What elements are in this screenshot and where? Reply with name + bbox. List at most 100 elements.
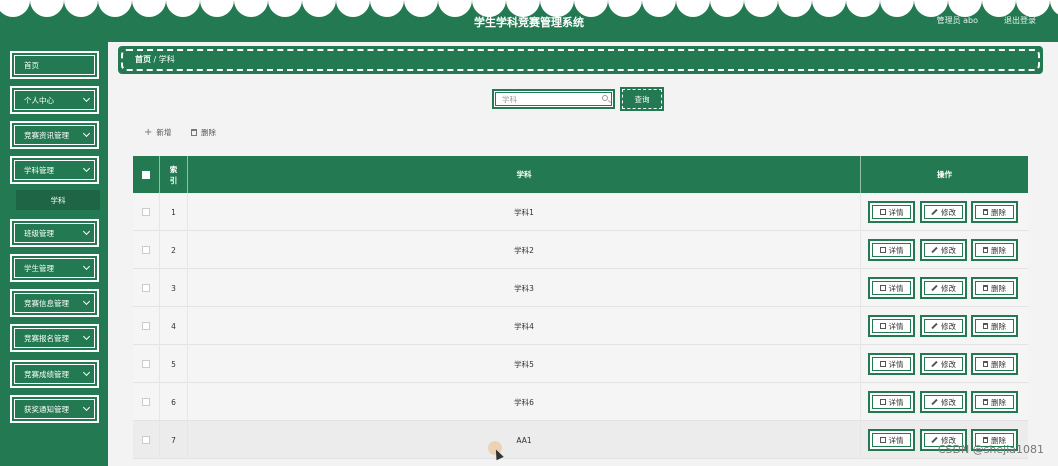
add-label: 新增 [156,128,172,137]
edit-button[interactable]: 修改 [920,201,967,223]
sidebar-item-label: 竞赛报名管理 [24,333,69,343]
document-icon [879,323,886,329]
chevron-down-icon [82,94,91,103]
logout-link[interactable]: 退出登录 [1004,15,1036,26]
row-subject: 学科1 [188,193,861,231]
delete-label: 删除 [991,359,1006,369]
sidebar-item-students[interactable]: 学生管理 [10,254,99,282]
detail-button[interactable]: 详情 [868,315,915,337]
sidebar-item-home[interactable]: 首页 [10,51,99,79]
edit-icon [931,436,938,444]
detail-label: 详情 [888,435,904,445]
table-header: 索引 学科 操作 [133,156,1028,193]
sidebar-item-subjects[interactable]: 学科管理 [10,156,99,184]
search-button[interactable]: 查询 [620,87,664,111]
delete-button[interactable]: 删除 [971,315,1018,337]
current-user: 管理员 abo [936,16,978,25]
search-box [492,89,615,109]
delete-label: 删除 [991,207,1006,217]
detail-button[interactable]: 详情 [868,391,915,413]
delete-label: 删除 [991,283,1006,293]
sidebar-item-label: 获奖通知管理 [24,404,69,414]
delete-button[interactable]: 删除 [971,353,1018,375]
search-input[interactable] [502,95,597,104]
sidebar-item-competitions[interactable]: 竞赛信息管理 [10,289,99,317]
edit-button[interactable]: 修改 [920,391,967,413]
edit-icon [931,322,938,330]
row-index: 4 [160,307,188,345]
detail-button[interactable]: 详情 [868,277,915,299]
edit-label: 修改 [941,245,956,255]
sidebar-item-label: 个人中心 [24,95,54,105]
sidebar-item-registration[interactable]: 竞赛报名管理 [10,324,99,352]
top-header: 学生学科竞赛管理系统 管理员 abo 退出登录 [0,0,1058,42]
detail-button[interactable]: 详情 [868,353,915,375]
row-subject: 学科3 [188,269,861,307]
detail-label: 详情 [888,245,904,255]
add-button[interactable]: + 新增 [144,127,171,138]
row-checkbox[interactable] [142,398,150,406]
detail-label: 详情 [888,283,904,293]
row-checkbox[interactable] [142,208,150,216]
bulk-delete-button[interactable]: 删除 [191,127,216,138]
chevron-down-icon [82,129,91,138]
select-all-checkbox[interactable] [142,170,150,179]
sidebar-subitem-subject[interactable]: 学科 [16,190,100,210]
sidebar-item-scores[interactable]: 竞赛成绩管理 [10,360,99,388]
row-index: 5 [160,345,188,383]
breadcrumb-separator: / [153,55,157,64]
edit-icon [931,360,938,368]
sidebar-item-label: 学生管理 [24,263,54,273]
document-icon [879,399,886,405]
table-row: 3 学科3 详情 修改 删除 [133,269,1028,307]
chevron-down-icon [82,297,91,306]
edit-button[interactable]: 修改 [920,277,967,299]
delete-label: 删除 [201,128,216,137]
sidebar-item-awards[interactable]: 获奖通知管理 [10,395,99,423]
row-checkbox[interactable] [142,436,150,444]
delete-button[interactable]: 删除 [971,239,1018,261]
row-index: 7 [160,421,188,459]
table-row: 1 学科1 详情 修改 删除 [133,193,1028,231]
row-checkbox[interactable] [142,322,150,330]
row-index: 3 [160,269,188,307]
row-checkbox[interactable] [142,360,150,368]
edit-label: 修改 [941,359,956,369]
edit-button[interactable]: 修改 [920,353,967,375]
row-checkbox[interactable] [142,246,150,254]
chevron-down-icon [82,227,91,236]
chevron-down-icon [82,164,91,173]
sidebar-item-label: 竞赛信息管理 [24,298,69,308]
edit-icon [931,398,938,406]
table-row: 6 学科6 详情 修改 删除 [133,383,1028,421]
edit-label: 修改 [941,283,956,293]
sidebar-item-profile[interactable]: 个人中心 [10,86,99,114]
sidebar-item-news[interactable]: 竞赛资讯管理 [10,121,99,149]
sidebar-item-label: 竞赛成绩管理 [24,369,69,379]
header-ops: 操作 [937,170,952,179]
breadcrumb-home[interactable]: 首页 [135,55,151,64]
document-icon [879,209,886,215]
edit-button[interactable]: 修改 [920,315,967,337]
table-row: 5 学科5 详情 修改 删除 [133,345,1028,383]
delete-button[interactable]: 删除 [971,391,1018,413]
row-subject: 学科2 [188,231,861,269]
document-icon [879,437,886,443]
sidebar-item-classes[interactable]: 班级管理 [10,219,99,247]
detail-button[interactable]: 详情 [868,429,915,451]
select-all-cell [133,156,160,193]
row-subject: AA1 [188,421,861,459]
detail-label: 详情 [888,207,904,217]
sidebar-item-label: 学科管理 [24,165,54,175]
edit-icon [931,246,938,254]
detail-button[interactable]: 详情 [868,201,915,223]
trash-icon [983,209,988,215]
detail-button[interactable]: 详情 [868,239,915,261]
row-checkbox[interactable] [142,284,150,292]
delete-button[interactable]: 删除 [971,201,1018,223]
delete-button[interactable]: 删除 [971,277,1018,299]
trash-icon [983,399,988,405]
trash-icon [983,323,988,329]
detail-label: 详情 [888,397,904,407]
edit-button[interactable]: 修改 [920,239,967,261]
